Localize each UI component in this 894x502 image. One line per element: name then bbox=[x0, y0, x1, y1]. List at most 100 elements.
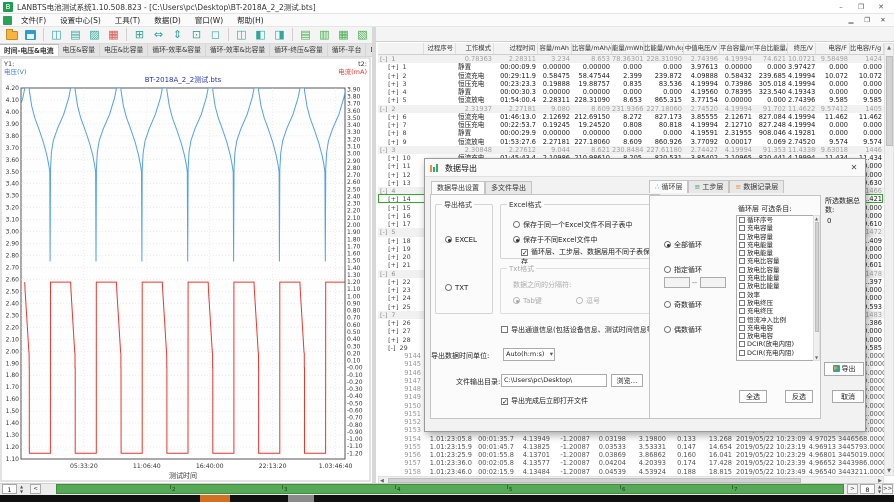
view-tab-1[interactable]: 电压&容量 bbox=[59, 44, 101, 56]
cycle-range-to-input[interactable] bbox=[700, 277, 726, 288]
tree-cell[interactable]: [+] 11 bbox=[378, 162, 424, 170]
all-cycles-radio[interactable]: 全部循环 bbox=[664, 240, 702, 250]
dialog-tab-1[interactable]: 多文件导出 bbox=[485, 181, 532, 194]
channel-page-left-input[interactable]: 1 bbox=[2, 484, 17, 494]
tree-cell[interactable]: [+] 17 bbox=[378, 220, 424, 228]
voltage-current-chart[interactable]: Y1:电压(V)t2:电流(mA)BT-2018A_2_2测试.bts4.204… bbox=[0, 57, 372, 483]
column-header-10[interactable]: 终压/V bbox=[788, 43, 816, 54]
cycle-item-8[interactable]: 放电比能量 bbox=[737, 282, 819, 290]
record-row[interactable]: 91551.01:23:15.900:01:45.74.13825-1.2008… bbox=[378, 443, 884, 451]
view-tab-6[interactable]: 循环-平台 bbox=[328, 44, 367, 56]
time-unit-select[interactable]: Auto(h:m:s)▾ bbox=[503, 348, 555, 361]
tree-cell[interactable]: [-] 1 bbox=[378, 55, 424, 63]
cancel-button[interactable]: 取消 bbox=[832, 390, 864, 403]
list-view-1-button[interactable]: ▤ bbox=[297, 28, 314, 42]
tree-cell[interactable]: [+] 23 bbox=[378, 286, 424, 294]
view-tab-0[interactable]: 时间-电压&电流 bbox=[0, 44, 59, 56]
cycle-items-list[interactable]: 循环序号充电容量放电容量充电能量放电能量充电比容量放电比容量充电比能量放电比能量… bbox=[736, 215, 820, 361]
scroll-up-icon[interactable]: ▲ bbox=[885, 45, 893, 51]
channel-next-button[interactable]: > bbox=[847, 484, 858, 494]
tree-cell[interactable]: [+] 27 bbox=[378, 327, 424, 335]
tree-cell[interactable]: [+] 1 bbox=[378, 63, 424, 71]
zoom-frame-button[interactable]: ◻ bbox=[207, 28, 224, 42]
record-row[interactable]: 91541.01:23:05.800:01:35.74.13949-1.2008… bbox=[378, 435, 884, 443]
tree-cell[interactable]: [-] 2 bbox=[378, 105, 424, 113]
cycle-item-6[interactable]: 放电比容量 bbox=[737, 266, 819, 274]
tree-cell[interactable]: [+] 7 bbox=[378, 121, 424, 129]
tree-cell[interactable]: [+] 3 bbox=[378, 80, 424, 88]
tree-cell[interactable]: [+] 28 bbox=[378, 336, 424, 344]
column-header-12[interactable]: 比电容/F/g bbox=[850, 43, 884, 54]
channel-prev-button[interactable]: < bbox=[30, 484, 41, 494]
view-tab-2[interactable]: 电压&比容量 bbox=[100, 44, 148, 56]
cycle-item-16[interactable]: DCIR(充电内阻) bbox=[737, 349, 819, 357]
tree-cell[interactable]: [+] 25 bbox=[378, 303, 424, 311]
menu-item-2[interactable]: 工具(T) bbox=[108, 14, 147, 27]
excel-diff-file-radio[interactable]: 保存于不同Excel文件中 bbox=[513, 235, 598, 245]
tree-cell[interactable]: [+] 10 bbox=[378, 154, 424, 162]
dialog-tab-0[interactable]: 数据导出设置 bbox=[431, 181, 485, 194]
open-file-button[interactable] bbox=[3, 28, 20, 42]
process-row[interactable]: [+] 1静置00:00:09.90.000000.000000.0000.00… bbox=[378, 63, 884, 71]
cycle-item-3[interactable]: 充电能量 bbox=[737, 241, 819, 249]
invert-select-button[interactable]: 反选 bbox=[785, 390, 813, 403]
tree-cell[interactable]: [+] 22 bbox=[378, 278, 424, 286]
tree-cell[interactable]: [+] 16 bbox=[378, 212, 424, 220]
schedule-button[interactable]: ▦ bbox=[105, 28, 122, 42]
tree-cell[interactable]: [-] 6 bbox=[378, 270, 424, 278]
cycle-item-5[interactable]: 充电比容量 bbox=[737, 257, 819, 265]
record-row[interactable]: 91571.01:23:36.000:02:05.84.13577-1.2008… bbox=[378, 459, 884, 467]
zoom-vertical-button[interactable]: ⇕ bbox=[169, 28, 186, 42]
export-button[interactable]: 导出 bbox=[824, 362, 864, 376]
cycle-group-row[interactable]: [-] 32.308482.276129.0448.621230.8484022… bbox=[378, 146, 884, 154]
cycle-item-13[interactable]: 充电电容 bbox=[737, 324, 819, 332]
tree-cell[interactable]: [+] 4 bbox=[378, 88, 424, 96]
axes-setup-button[interactable]: ⊞ bbox=[131, 28, 148, 42]
txt-comma-radio[interactable]: 逗号 bbox=[576, 296, 600, 306]
list-view-4-button[interactable]: ▧ bbox=[354, 28, 371, 42]
cycle-item-12[interactable]: 恒流冲入比例 bbox=[737, 316, 819, 324]
menu-item-3[interactable]: 数据(D) bbox=[147, 14, 188, 27]
menu-item-5[interactable]: 帮助(H) bbox=[230, 14, 271, 27]
pane-right-button[interactable]: ◨ bbox=[271, 28, 288, 42]
process-row[interactable]: [+] 7恒压充电00:22:53.70.1924519.245200.8088… bbox=[378, 121, 884, 129]
menu-item-4[interactable]: 窗口(W) bbox=[188, 14, 230, 27]
chart-panel[interactable]: Y1:电压(V)t2:电流(mA)BT-2018A_2_2测试.bts4.204… bbox=[0, 57, 372, 483]
chart-edit-button[interactable]: ▨ bbox=[86, 28, 103, 42]
cycle-group-row[interactable]: [-] 10.783632.283113.2348.65378.36301228… bbox=[378, 55, 884, 63]
tree-cell[interactable]: [+] 5 bbox=[378, 96, 424, 104]
channel-page-right-input[interactable]: 8 bbox=[860, 484, 875, 494]
layer-tab-0[interactable]: ∴循环层 bbox=[649, 180, 688, 193]
cycle-range-from-input[interactable] bbox=[664, 277, 690, 288]
pane-left-button[interactable]: ◧ bbox=[252, 28, 269, 42]
column-header-3[interactable]: 容量/mAh bbox=[538, 43, 572, 54]
menu-item-0[interactable]: 文件(F) bbox=[14, 14, 53, 27]
layer-tab-1[interactable]: ≡工步层 bbox=[688, 180, 729, 193]
cycle-item-2[interactable]: 放电容量 bbox=[737, 233, 819, 241]
save-button[interactable] bbox=[22, 28, 39, 42]
process-row[interactable]: [+] 6恒流充电01:46:13.02.12692212.691508.272… bbox=[378, 113, 884, 121]
process-row[interactable]: [+] 4静置00:00:30.30.000000.000000.0000.00… bbox=[378, 88, 884, 96]
cycle-group-row[interactable]: [-] 22.319372.271819.0808.609231.9366022… bbox=[378, 105, 884, 113]
column-header-9[interactable]: 平台比能量/W bbox=[754, 43, 788, 54]
taskbar-item-orange[interactable] bbox=[200, 495, 230, 502]
tree-cell[interactable]: [+] 2 bbox=[378, 72, 424, 80]
layers-view-button[interactable]: ▤ bbox=[67, 28, 84, 42]
column-header-5[interactable]: 能量/mWh bbox=[612, 43, 644, 54]
menu-item-1[interactable]: 设置中心(S) bbox=[53, 14, 108, 27]
list-scroll-up-icon[interactable]: ▲ bbox=[814, 216, 819, 221]
format-txt-radio[interactable]: TXT bbox=[445, 283, 468, 292]
minimize-button[interactable]: – bbox=[832, 1, 850, 13]
process-row[interactable]: [+] 2恒流充电00:29:11.90.5847558.475442.3992… bbox=[378, 72, 884, 80]
column-header-2[interactable]: 过程时间 bbox=[494, 43, 538, 54]
record-row[interactable]: 91581.01:23:46.000:02:15.94.13484-1.2008… bbox=[378, 468, 884, 476]
dialog-title-bar[interactable]: 数据导出 ✕ bbox=[425, 159, 865, 177]
channel-scrollbar[interactable]: 234567 bbox=[56, 484, 844, 494]
cycle-item-15[interactable]: DCIR(放电内阻) bbox=[737, 340, 819, 348]
column-header-6[interactable]: 比能量/Wh/kg bbox=[644, 43, 684, 54]
tree-cell[interactable]: [+] 6 bbox=[378, 113, 424, 121]
tree-cell[interactable]: [-] 3 bbox=[378, 146, 424, 154]
column-header-4[interactable]: 比容量/mAh/g bbox=[572, 43, 612, 54]
tree-cell[interactable]: [+] 20 bbox=[378, 253, 424, 261]
tree-cell[interactable]: [+] 15 bbox=[378, 204, 424, 212]
